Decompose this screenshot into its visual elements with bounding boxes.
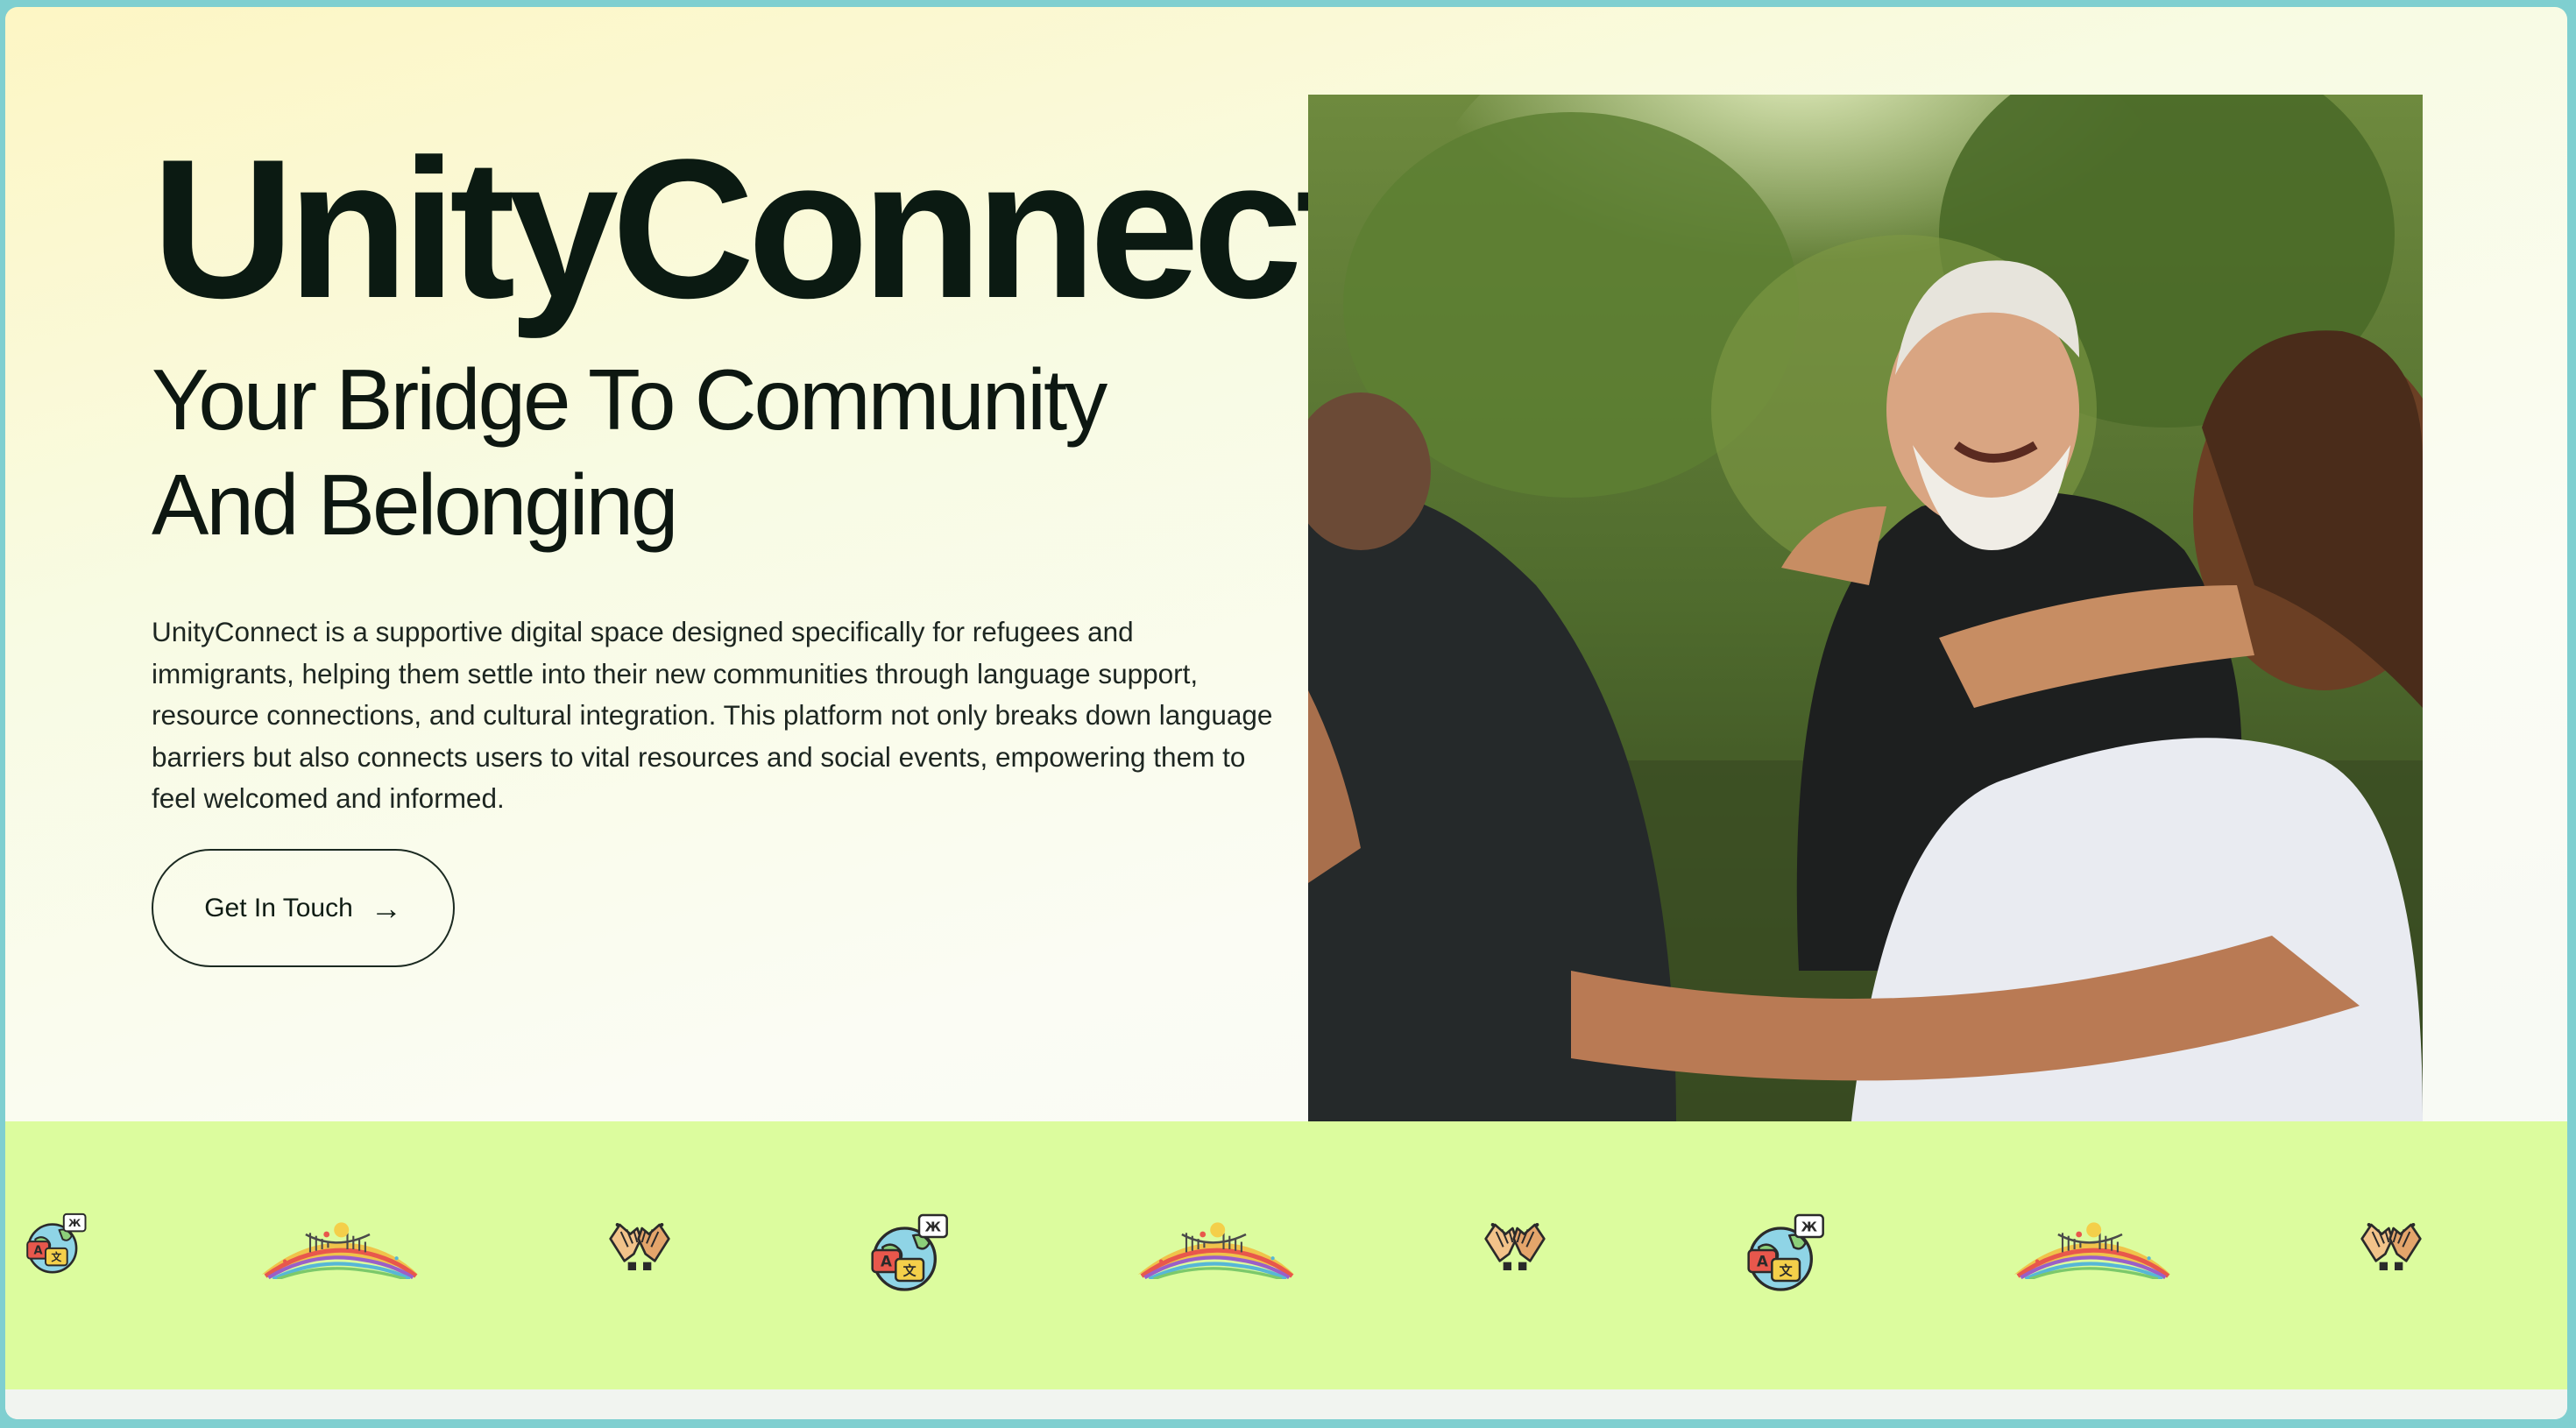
hero-description: UnityConnect is a supportive digital spa… [152,616,1273,814]
arrow-right-icon: → [370,889,402,926]
icon-band [5,1121,2567,1389]
handshake-icon [2356,1211,2426,1281]
rainbow-bridge-icon [1134,1219,1299,1279]
tagline-line-1: Your Bridge To Community [152,351,1108,448]
globe-translate-icon [867,1211,954,1298]
handshake-icon [1480,1211,1550,1281]
community-photo-illustration [1308,95,2423,1121]
handshake-icon [605,1211,675,1281]
globe-translate-icon [23,1211,91,1279]
get-in-touch-button[interactable]: Get In Touch → [152,849,455,967]
globe-translate-icon [1743,1211,1830,1298]
page-frame: UnityConnect Your Bridge To Community An… [5,7,2567,1419]
rainbow-bridge-icon [258,1219,422,1279]
hero-tagline: Your Bridge To Community And Belonging [152,347,1308,557]
bottom-strip [5,1389,2567,1419]
community-group-hug-photo [1308,95,2423,1121]
tagline-line-2: And Belonging [152,456,679,553]
hero-text-column: UnityConnect Your Bridge To Community An… [152,117,1362,820]
brand-title: UnityConnect [152,117,1362,339]
rainbow-bridge-icon [2010,1219,2175,1279]
get-in-touch-label: Get In Touch [204,893,353,923]
